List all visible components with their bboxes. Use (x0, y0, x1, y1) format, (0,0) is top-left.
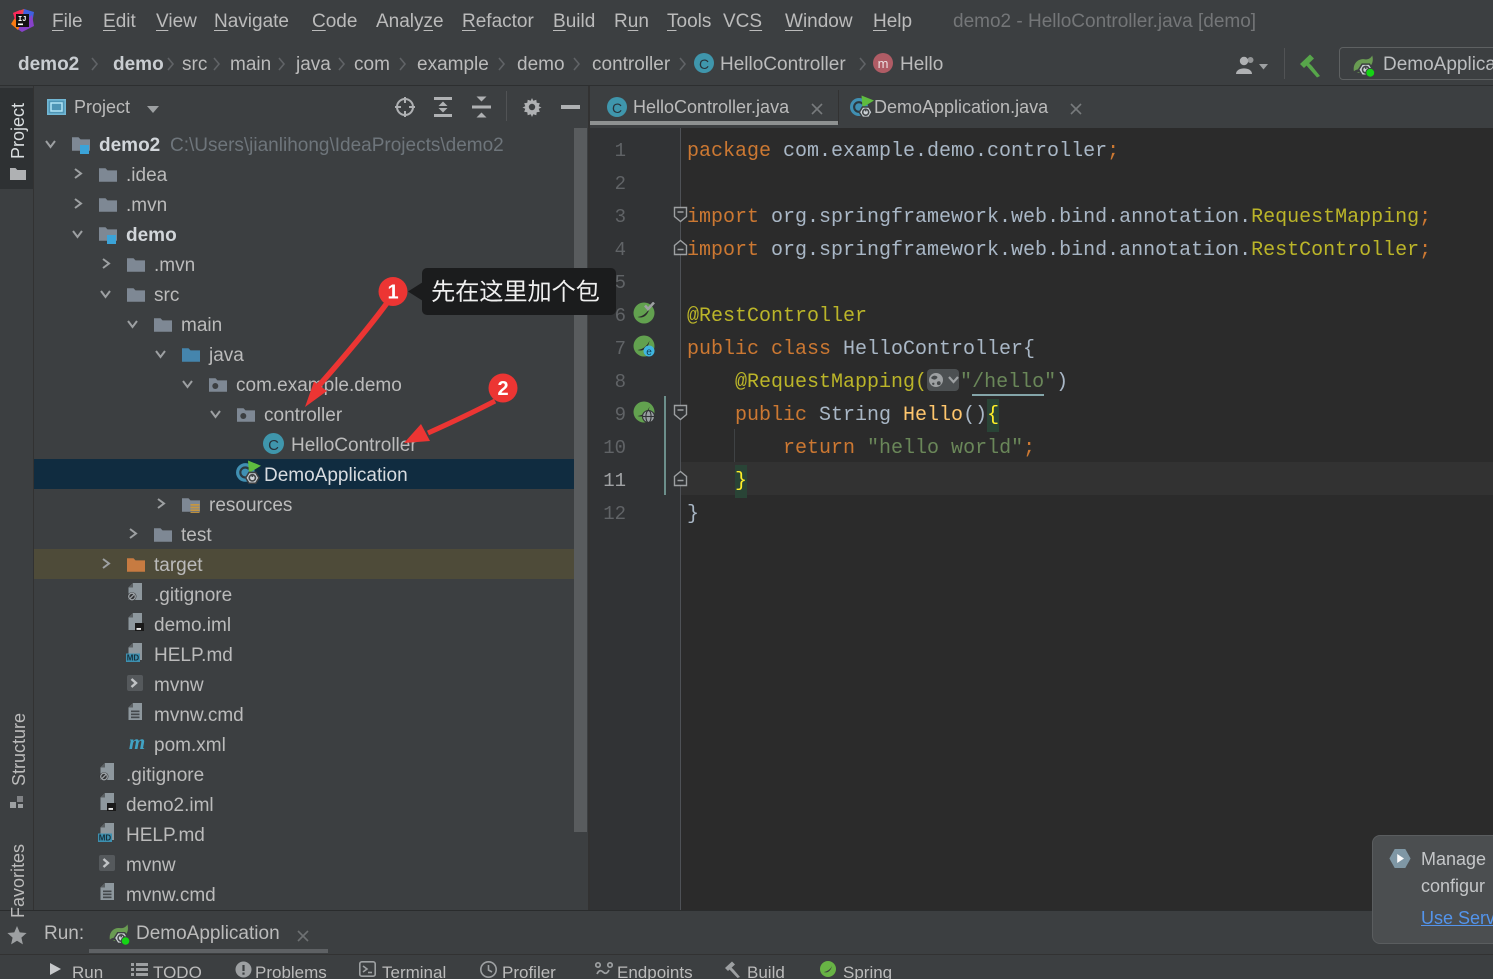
svg-text:2: 2 (497, 378, 508, 400)
svg-text:1: 1 (387, 282, 398, 304)
